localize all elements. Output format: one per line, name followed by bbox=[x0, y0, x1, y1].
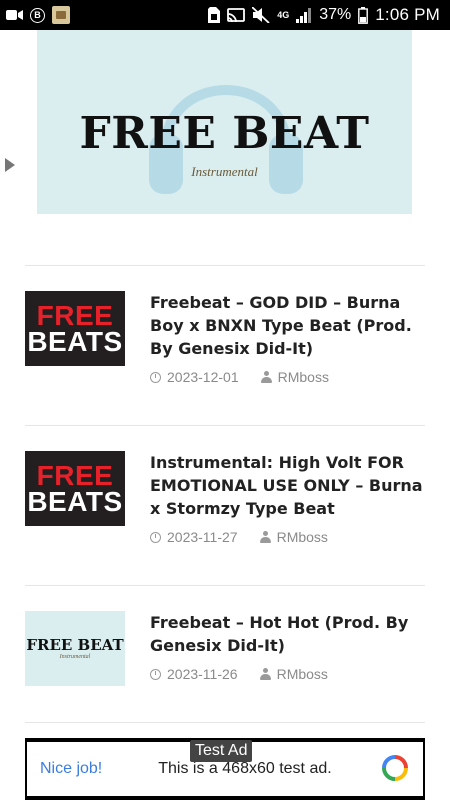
banner-title: FREE BEAT bbox=[79, 108, 370, 159]
post-thumbnail[interactable]: FREE BEATS bbox=[25, 451, 125, 526]
battery-percent: 37% bbox=[319, 6, 352, 23]
battery-icon bbox=[358, 6, 369, 24]
clock-icon bbox=[150, 531, 161, 543]
divider bbox=[25, 425, 425, 426]
ad-network-logo-icon bbox=[382, 755, 408, 781]
post-author[interactable]: RMboss bbox=[278, 369, 329, 385]
post-thumbnail[interactable]: FREE BEAT Instrumental bbox=[25, 611, 125, 686]
post-author[interactable]: RMboss bbox=[277, 666, 328, 682]
bb-badge-icon: B bbox=[30, 7, 45, 23]
app-thumbnail-icon bbox=[52, 6, 70, 24]
featured-banner[interactable]: FREE BEAT Instrumental bbox=[37, 30, 412, 214]
mute-icon bbox=[252, 7, 270, 23]
post-date: 2023-11-26 bbox=[167, 666, 238, 682]
video-camera-icon bbox=[6, 9, 23, 21]
post-title-link[interactable]: Instrumental: High Volt FOR EMOTIONAL US… bbox=[150, 451, 425, 520]
cast-icon bbox=[227, 7, 246, 23]
post-meta: 2023-11-27 RMboss bbox=[150, 529, 425, 545]
banner-subtitle: Instrumental bbox=[191, 164, 258, 179]
divider bbox=[25, 585, 425, 586]
status-bar: B 4G 37% 1:06 PM bbox=[0, 0, 450, 30]
clock-icon bbox=[150, 668, 161, 680]
post-meta: 2023-11-26 RMboss bbox=[150, 666, 425, 682]
clock-icon bbox=[150, 371, 161, 383]
thumbnail-text-top: FREE BEAT bbox=[26, 635, 124, 654]
signal-icon bbox=[296, 7, 312, 23]
thumbnail-text-bottom: BEATS bbox=[27, 325, 123, 357]
thumbnail-text-bottom: Instrumental bbox=[59, 653, 91, 660]
user-icon bbox=[259, 668, 271, 680]
clock-time: 1:06 PM bbox=[375, 5, 440, 24]
divider bbox=[25, 265, 425, 266]
test-ad-label: Test Ad bbox=[190, 740, 253, 762]
network-type-label: 4G bbox=[277, 9, 290, 20]
post-meta: 2023-12-01 RMboss bbox=[150, 369, 425, 385]
expand-arrow-icon[interactable] bbox=[5, 158, 15, 172]
sim-notification-icon bbox=[208, 7, 221, 23]
post-author[interactable]: RMboss bbox=[277, 529, 328, 545]
post-date: 2023-11-27 bbox=[167, 529, 238, 545]
post-thumbnail[interactable]: FREE BEATS bbox=[25, 291, 125, 366]
ad-nice-job-text: Nice job! bbox=[40, 760, 103, 777]
user-icon bbox=[259, 531, 271, 543]
thumbnail-text-top: FREE bbox=[36, 299, 114, 331]
post-title-link[interactable]: Freebeat – Hot Hot (Prod. By Genesix Did… bbox=[150, 611, 425, 657]
user-icon bbox=[260, 371, 272, 383]
thumbnail-text-bottom: BEATS bbox=[27, 485, 123, 517]
thumbnail-text-top: FREE bbox=[36, 459, 114, 491]
post-date: 2023-12-01 bbox=[167, 369, 239, 385]
post-title-link[interactable]: Freebeat – GOD DID – Burna Boy x BNXN Ty… bbox=[150, 291, 425, 360]
divider bbox=[25, 722, 425, 723]
ad-body-text: This is a 468x60 test ad. bbox=[158, 760, 332, 777]
